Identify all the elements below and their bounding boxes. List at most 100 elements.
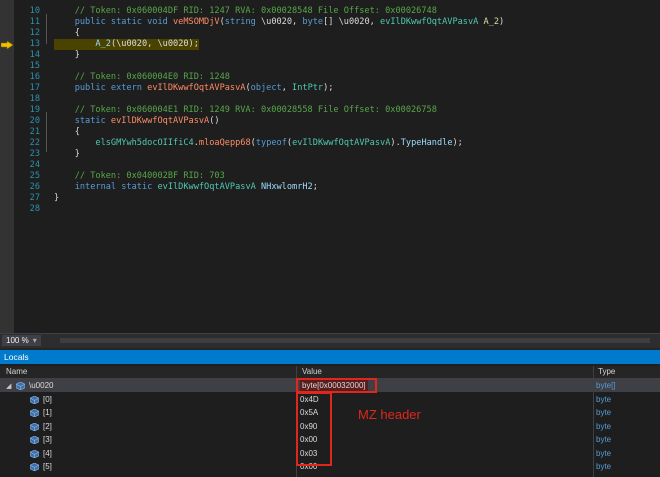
code-token: string	[224, 17, 256, 27]
code-token: // Token: 0x060004DF RID: 1247 RVA: 0x00…	[54, 6, 437, 16]
code-line[interactable]: 20 static evIlDKwwfOqtAVPasvA()	[0, 116, 660, 127]
line-number: 25	[29, 171, 40, 181]
code-line[interactable]: 24	[0, 160, 660, 171]
code-token: \u0020,	[255, 17, 303, 27]
code-line[interactable]: 22 elsGMYwh5docOIIfiC4.mloaQepp68(typeof…	[0, 138, 660, 149]
local-name: [0]	[43, 394, 52, 404]
expand-toggle-icon[interactable]: ◢	[6, 380, 11, 393]
code-token: veMSOMDjV	[173, 17, 220, 27]
panel-title: Locals	[4, 352, 29, 362]
code-text: internal static evIlDKwwfOqtAVPasvA NHxw…	[54, 182, 318, 193]
cube-icon	[16, 382, 25, 390]
code-token: {	[54, 28, 80, 38]
local-name: \u0020	[29, 381, 54, 390]
code-line[interactable]: 21 {	[0, 127, 660, 138]
local-type: byte[]	[596, 381, 616, 390]
line-number: 21	[29, 127, 40, 137]
code-text: }	[54, 149, 80, 160]
code-line[interactable]: 16 // Token: 0x060004E0 RID: 1248	[0, 72, 660, 83]
line-number: 17	[29, 83, 40, 93]
code-text: public static void veMSOMDjV(string \u00…	[54, 17, 505, 28]
cube-icon	[30, 409, 39, 417]
line-number: 11	[29, 17, 40, 27]
code-line[interactable]: 28	[0, 204, 660, 215]
code-text: // Token: 0x060004DF RID: 1247 RVA: 0x00…	[54, 6, 437, 17]
code-token: ,	[281, 83, 293, 93]
column-name-header[interactable]: Name	[6, 366, 27, 378]
code-line[interactable]: 25 // Token: 0x040002BF RID: 703	[0, 171, 660, 182]
code-text: public extern evIlDKwwfOqtAVPasvA(object…	[54, 83, 334, 94]
local-name: [2]	[43, 421, 52, 431]
code-token: ()	[209, 116, 220, 126]
local-name: [4]	[43, 448, 52, 458]
code-text: // Token: 0x060004E1 RID: 1249 RVA: 0x00…	[54, 105, 437, 116]
code-token: byte	[302, 17, 324, 27]
local-type: byte	[596, 448, 612, 458]
cube-icon	[30, 436, 39, 444]
local-type: byte	[596, 435, 612, 444]
code-token: NHxwlomrH2	[260, 182, 313, 192]
code-line[interactable]: 10 // Token: 0x060004DF RID: 1247 RVA: 0…	[0, 6, 660, 17]
code-line[interactable]: 23 }	[0, 149, 660, 160]
column-type-header[interactable]: Type	[598, 366, 615, 378]
code-line[interactable]: 14 }	[0, 50, 660, 61]
code-text: }	[54, 50, 80, 61]
local-type: byte	[596, 408, 612, 417]
highlight-box	[296, 378, 377, 393]
local-name: [1]	[43, 408, 52, 417]
line-number: 14	[29, 50, 40, 60]
code-line[interactable]: 12 {	[0, 28, 660, 39]
code-token: A_2	[483, 17, 500, 27]
code-token: internal static	[54, 182, 158, 192]
line-number: 13	[29, 39, 40, 49]
locals-panel-header: Locals	[0, 350, 660, 364]
code-token: evIlDKwwfOqtAVPasvA	[292, 138, 391, 148]
horizontal-scrollbar[interactable]	[60, 338, 650, 343]
code-line[interactable]: 13 A_2(\u0020, \u0020);	[0, 39, 660, 50]
code-token: ;	[312, 182, 318, 192]
code-token: elsGMYwh5docOIIfiC4	[95, 138, 194, 148]
code-text: A_2(\u0020, \u0020);	[54, 39, 199, 50]
line-number: 23	[29, 149, 40, 159]
code-token: (\u0020, \u0020);	[110, 39, 199, 49]
code-text: {	[54, 28, 80, 39]
code-editor[interactable]: 10 // Token: 0x060004DF RID: 1247 RVA: 0…	[0, 0, 660, 333]
local-name: [5]	[43, 462, 52, 471]
code-line[interactable]: 26 internal static evIlDKwwfOqtAVPasvA N…	[0, 182, 660, 193]
line-number: 27	[29, 193, 40, 203]
line-number: 22	[29, 138, 40, 148]
cube-icon	[30, 463, 39, 471]
code-text: elsGMYwh5docOIIfiC4.mloaQepp68(typeof(ev…	[54, 138, 462, 149]
code-line[interactable]: 19 // Token: 0x060004E1 RID: 1249 RVA: 0…	[0, 105, 660, 116]
column-value-header[interactable]: Value	[302, 366, 322, 378]
code-token: evIlDKwwfOqtAVPasvA	[147, 83, 246, 93]
code-token: static	[54, 116, 111, 126]
code-text: }	[54, 193, 59, 204]
code-line[interactable]: 11 public static void veMSOMDjV(string \…	[0, 17, 660, 28]
code-token: evIlDKwwfOqtAVPasvA	[110, 116, 210, 126]
line-number: 15	[29, 61, 40, 71]
code-token: [] \u0020,	[323, 17, 381, 27]
code-line[interactable]: 15	[0, 61, 660, 72]
code-token: typeof	[255, 138, 287, 148]
code-token: );	[323, 83, 334, 93]
zoom-dropdown[interactable]: 100 % ▾	[2, 335, 41, 346]
line-number: 28	[29, 204, 40, 214]
cube-icon	[30, 395, 39, 404]
code-line[interactable]: 17 public extern evIlDKwwfOqtAVPasvA(obj…	[0, 83, 660, 94]
local-type: byte	[596, 462, 612, 471]
line-number: 20	[29, 116, 40, 126]
code-token: public extern	[54, 83, 148, 93]
line-number: 24	[29, 160, 40, 170]
editor-status-bar: 100 % ▾	[0, 333, 660, 348]
code-token: )	[499, 17, 505, 27]
code-token: ).	[390, 138, 401, 148]
highlight-box	[296, 392, 332, 466]
code-line[interactable]: 18	[0, 94, 660, 105]
zoom-value: 100 %	[6, 336, 29, 345]
code-token: mloaQepp68	[198, 138, 251, 148]
line-number: 18	[29, 94, 40, 104]
code-line[interactable]: 27}	[0, 193, 660, 204]
